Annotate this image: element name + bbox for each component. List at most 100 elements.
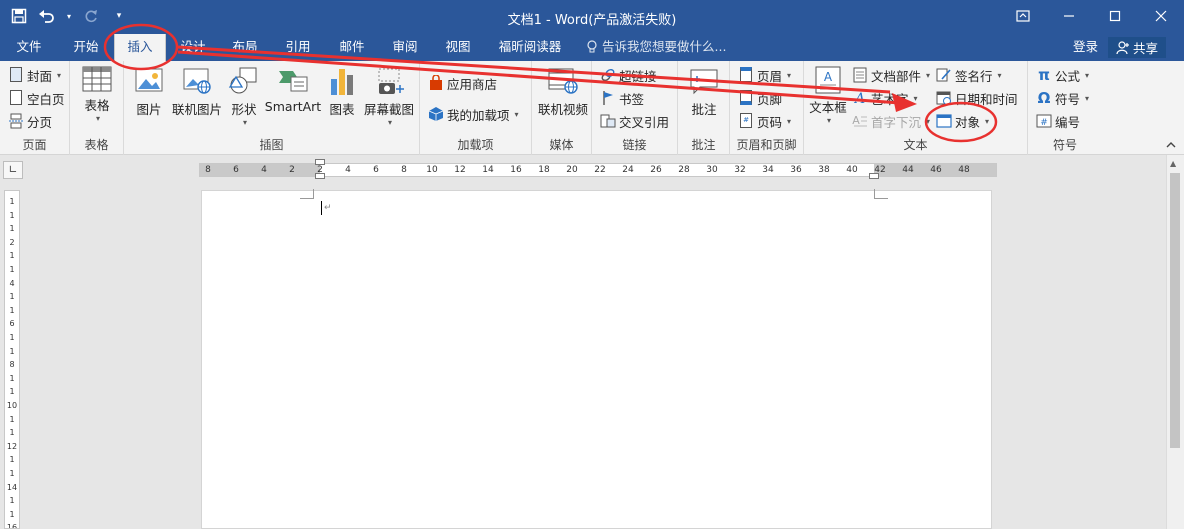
ruler-area: ∟ 8 6 4 2 2 4 6 8 10 12 14 16 18 20 22 24 26 28 30 32 34 36 38… — [0, 155, 1184, 185]
group-pages-label: 页面 — [22, 138, 47, 152]
screenshot-button[interactable]: 屏幕截图 ▾ — [362, 65, 416, 127]
page-break-button[interactable]: 分页 — [8, 110, 52, 132]
margin-corner-mark — [300, 189, 314, 199]
tab-file[interactable]: 文件 — [8, 34, 50, 61]
tab-review[interactable]: 审阅 — [384, 34, 426, 61]
vruler-tick-label: 1 — [9, 333, 15, 342]
blank-page-button[interactable]: 空白页 — [8, 87, 65, 109]
vruler-tick-label: 2 — [9, 237, 15, 247]
vruler-tick-label: 12 — [6, 441, 18, 451]
minimize-icon[interactable] — [1046, 0, 1092, 32]
document-page[interactable]: ↵ — [201, 189, 992, 529]
share-button[interactable]: 共享 — [1108, 37, 1166, 58]
share-label: 共享 — [1132, 41, 1158, 56]
new-comment-button[interactable]: 批注 — [684, 65, 724, 118]
tab-foxit-reader[interactable]: 福昕阅读器 — [490, 34, 570, 61]
hyperlink-button[interactable]: 超链接 — [600, 64, 657, 86]
online-video-button[interactable]: 联机视频 — [536, 65, 590, 118]
object-button[interactable]: 对象 ▾ — [936, 110, 989, 132]
comment-icon — [688, 65, 720, 97]
screenshot-dropdown-icon: ▾ — [387, 118, 392, 127]
ruler-tick-label: 38 — [818, 165, 830, 175]
cross-reference-button[interactable]: 交叉引用 — [600, 110, 669, 132]
ribbon-display-options-icon[interactable] — [1000, 0, 1046, 32]
vruler-tick-label: 1 — [9, 496, 15, 506]
login-link[interactable]: 登录 — [1073, 34, 1098, 60]
date-time-button[interactable]: 日期和时间 — [936, 87, 1018, 109]
vertical-scrollbar[interactable]: ▲ — [1166, 155, 1184, 529]
equation-button[interactable]: π 公式 ▾ — [1036, 64, 1089, 86]
picture-button[interactable]: 图片 — [130, 65, 168, 118]
table-label: 表格 — [84, 98, 110, 113]
page-number-button[interactable]: # 页码 ▾ — [738, 110, 791, 132]
ruler-tick-label: 24 — [622, 165, 634, 175]
store-button[interactable]: 应用商店 — [428, 72, 497, 94]
ruler-tick-label: 4 — [345, 165, 351, 175]
textbox-button[interactable]: A 文本框 ▾ — [808, 65, 848, 125]
group-text-label: 文本 — [903, 138, 928, 152]
store-label: 应用商店 — [447, 76, 498, 92]
wordart-button[interactable]: A 艺术字 ▾ — [852, 87, 918, 109]
equation-label: 公式 — [1055, 68, 1081, 84]
number-button[interactable]: # 编号 — [1036, 110, 1080, 132]
drop-cap-icon: A — [852, 113, 868, 129]
hyperlink-icon — [600, 67, 616, 83]
tab-selector[interactable]: ∟ — [3, 161, 23, 179]
tab-design[interactable]: 设计 — [172, 34, 214, 61]
signature-line-button[interactable]: 签名行 ▾ — [936, 64, 1002, 86]
scroll-up-icon[interactable]: ▲ — [1170, 159, 1176, 168]
vruler-tick-label: 1 — [9, 469, 15, 478]
vruler-tick-label: 1 — [9, 346, 15, 356]
close-icon[interactable] — [1138, 0, 1184, 32]
tab-mailings[interactable]: 邮件 — [331, 34, 373, 61]
tell-me-box[interactable]: 告诉我您想要做什么... — [586, 34, 726, 60]
vruler-tick-label: 1 — [9, 292, 15, 302]
footer-button[interactable]: 页脚 — [738, 87, 782, 109]
group-tables: 表格 ▾ 表格 — [70, 61, 124, 155]
object-label: 对象 — [955, 114, 981, 130]
footer-icon — [738, 90, 754, 106]
table-button[interactable]: 表格 ▾ — [78, 65, 116, 123]
ribbon: 封面 ▾ 空白页 分页 页面 表格 ▾ 表格 图片 联机图片 形状 ▾ Smar… — [0, 61, 1184, 155]
vruler-tick-label: 1 — [9, 509, 15, 519]
maximize-icon[interactable] — [1092, 0, 1138, 32]
tab-home[interactable]: 开始 — [64, 34, 108, 61]
tab-insert[interactable]: 插入 — [114, 34, 166, 61]
group-tables-label: 表格 — [84, 138, 109, 152]
shapes-icon — [228, 65, 260, 97]
page-break-label: 分页 — [27, 114, 53, 130]
scroll-thumb[interactable] — [1170, 173, 1180, 448]
my-addins-label: 我的加载项 — [447, 107, 510, 123]
shapes-button[interactable]: 形状 ▾ — [226, 65, 262, 127]
symbol-button[interactable]: Ω 符号 ▾ — [1036, 87, 1089, 109]
tab-layout[interactable]: 布局 — [224, 34, 266, 61]
bookmark-label: 书签 — [619, 91, 645, 107]
smartart-icon — [277, 65, 309, 97]
ruler-tick-label: 16 — [510, 165, 522, 175]
lightbulb-icon — [587, 40, 597, 53]
horizontal-ruler[interactable]: 8 6 4 2 2 4 6 8 10 12 14 16 18 20 22 24 26 28 30 32 34 36 38 40… — [199, 159, 997, 179]
ruler-tick-label: 2 — [289, 165, 295, 175]
quick-parts-button[interactable]: 文档部件 ▾ — [852, 64, 930, 86]
smartart-button[interactable]: SmartArt — [264, 65, 322, 114]
screenshot-label: 屏幕截图 — [363, 102, 414, 117]
collapse-ribbon-icon[interactable] — [1166, 141, 1176, 152]
ruler-tick-label: 4 — [261, 165, 267, 175]
cover-page-button[interactable]: 封面 ▾ — [8, 64, 61, 86]
chart-button[interactable]: 图表 — [324, 65, 360, 118]
ruler-tick-label: 10 — [426, 165, 438, 175]
table-dropdown-icon: ▾ — [95, 114, 100, 123]
textbox-icon: A — [813, 65, 843, 95]
online-picture-button[interactable]: 联机图片 — [170, 65, 224, 118]
header-button[interactable]: 页眉 ▾ — [738, 64, 791, 86]
my-addins-button[interactable]: 我的加载项 ▾ — [428, 103, 519, 125]
drop-cap-button[interactable]: A 首字下沉 ▾ — [852, 110, 930, 132]
tab-view[interactable]: 视图 — [437, 34, 479, 61]
bookmark-button[interactable]: 书签 — [600, 87, 644, 109]
cover-page-label: 封面 — [27, 68, 53, 84]
wordart-icon: A — [852, 90, 868, 107]
tab-references[interactable]: 引用 — [277, 34, 319, 61]
ruler-tick-label: 36 — [790, 165, 802, 175]
word-window: ▾ ▾ 文档1 - Word(产品激活失败) 文件 开始 插入 设计 布局 引用… — [0, 0, 1184, 529]
vertical-ruler[interactable]: 1 1 1 2 1 1 4 1 1 6 1 1 8 1 1 10 1 1 12 1 1 14 1 1 16 — [4, 190, 20, 529]
